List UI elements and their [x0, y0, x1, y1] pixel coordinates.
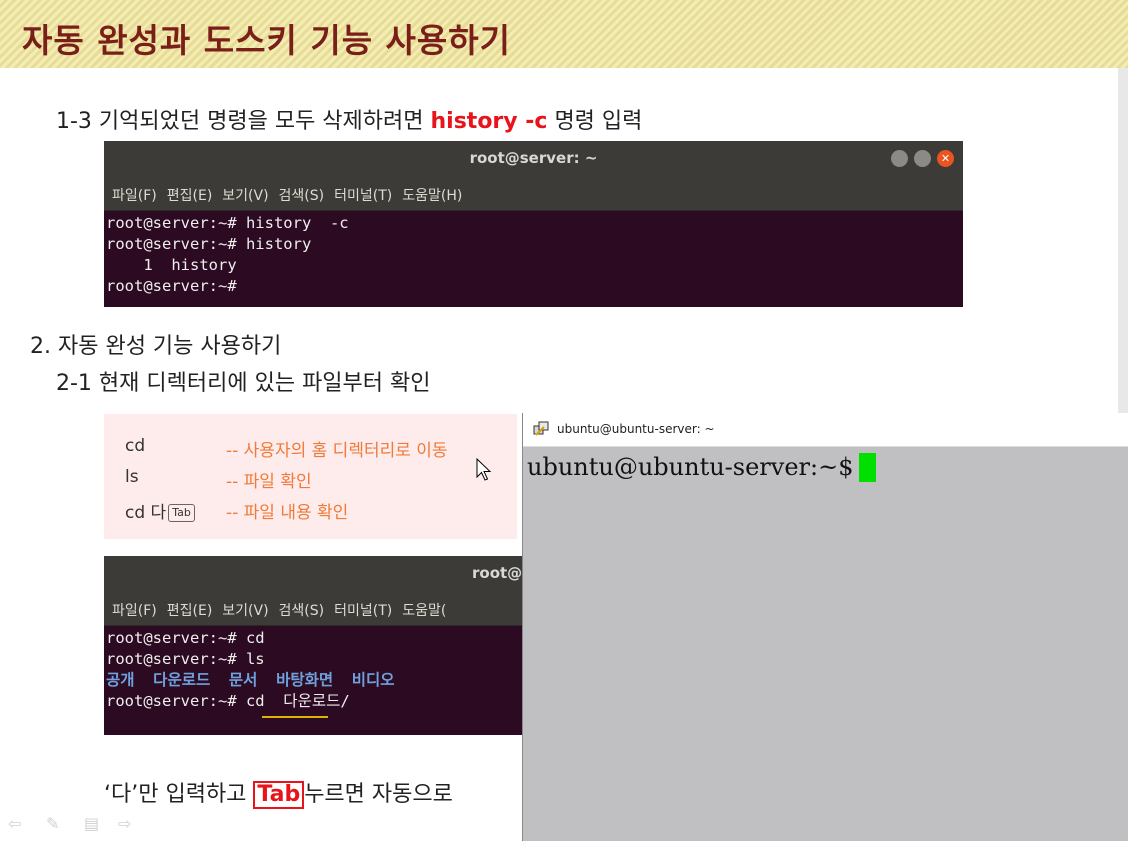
back-arrow-icon[interactable]: ⇦: [8, 814, 21, 833]
putty-prompt-text: ubuntu@ubuntu-server:~$: [527, 453, 854, 481]
section-2-1-heading: 2-1 현재 디렉터리에 있는 파일부터 확인: [56, 371, 431, 396]
terminal-menubar: 파일(F) 편집(E) 보기(V) 검색(S) 터미널(T) 도움말(H): [104, 176, 963, 211]
menu-help[interactable]: 도움말(: [402, 600, 446, 620]
bottom-note-tail: 누르면 자동으로: [304, 782, 453, 807]
menu-view[interactable]: 보기(V): [222, 185, 268, 205]
terminal-line: root@server:~# cd: [106, 629, 265, 647]
bottom-note-lead: ‘다’만 입력하고: [104, 782, 254, 807]
terminal-output[interactable]: root@server:~# cd root@server:~# ls 공개 다운로…: [106, 628, 395, 712]
section-2-heading: 2. 자동 완성 기능 사용하기: [30, 334, 282, 359]
callout-comment: -- 파일 확인: [226, 472, 312, 492]
terminal-window-autocomplete: root@ 파일(F) 편집(E) 보기(V) 검색(S) 터미널(T) 도움말( roo…: [104, 556, 524, 735]
pen-icon[interactable]: ✎: [46, 814, 59, 833]
putty-title: ubuntu@ubuntu-server: ~: [557, 422, 715, 436]
putty-console[interactable]: ubuntu@ubuntu-server:~$: [527, 453, 877, 482]
menu-search[interactable]: 검색(S): [279, 185, 325, 205]
slide-title: 자동 완성과 도스키 기능 사용하기: [22, 21, 511, 60]
callout-cmd: cd: [125, 436, 146, 456]
callout-comment: -- 파일 내용 확인: [226, 503, 349, 523]
putty-terminal-icon: [533, 421, 549, 436]
menu-terminal[interactable]: 터미널(T): [334, 600, 392, 620]
maximize-button[interactable]: [914, 150, 931, 167]
menu-file[interactable]: 파일(F): [112, 600, 157, 620]
command-callout: cd -- 사용자의 홈 디렉터리로 이동 ls -- 파일 확인 cd 다 Ta…: [104, 414, 517, 539]
menu-edit[interactable]: 편집(E): [167, 600, 213, 620]
terminal-line: root@server:~# history: [106, 235, 312, 253]
menu-search[interactable]: 검색(S): [279, 600, 325, 620]
cd-underline: [262, 716, 328, 718]
callout-cmd-row3: cd 다 Tab: [125, 498, 195, 523]
step-1-3-tail: 명령 입력: [547, 109, 643, 134]
ls-output-line: 공개 다운로드 문서 바탕화면 비디오: [106, 671, 395, 689]
terminal-titlebar: root@server: ~ ✕: [104, 141, 963, 176]
terminal-line: root@server:~#: [106, 277, 237, 295]
putty-window[interactable]: ubuntu@ubuntu-server: ~ ubuntu@ubuntu-se…: [522, 413, 1128, 841]
menu-view[interactable]: 보기(V): [222, 600, 268, 620]
step-1-3-lead: 1-3 기억되었던 명령을 모두 삭제하려면: [56, 109, 431, 134]
forward-arrow-icon[interactable]: ⇨: [118, 814, 131, 833]
callout-cmd: ls: [125, 467, 139, 487]
menu-edit[interactable]: 편집(E): [167, 185, 213, 205]
putty-titlebar[interactable]: ubuntu@ubuntu-server: ~: [523, 413, 1128, 447]
menu-terminal[interactable]: 터미널(T): [334, 185, 392, 205]
bottom-note: ‘다’만 입력하고 Tab 누르면 자동으로: [104, 776, 453, 809]
terminal-menubar: 파일(F) 편집(E) 보기(V) 검색(S) 터미널(T) 도움말(: [104, 591, 524, 626]
minimize-button[interactable]: [891, 150, 908, 167]
close-button[interactable]: ✕: [937, 150, 954, 167]
terminal-cursor: [859, 453, 877, 482]
menu-icon[interactable]: ▤: [84, 814, 99, 833]
terminal-window-history: root@server: ~ ✕ 파일(F) 편집(E) 보기(V) 검색(S) 터미널…: [104, 141, 963, 307]
callout-comment: -- 사용자의 홈 디렉터리로 이동: [226, 441, 448, 461]
terminal-output[interactable]: root@server:~# history -c root@server:~# …: [106, 213, 349, 297]
menu-help[interactable]: 도움말(H): [402, 185, 462, 205]
terminal-line: root@server:~# cd 다운로드/: [106, 692, 350, 710]
tab-highlight: Tab: [253, 781, 305, 809]
tab-key-badge: Tab: [168, 504, 195, 522]
menu-file[interactable]: 파일(F): [112, 185, 157, 205]
mouse-pointer-icon: [476, 458, 492, 481]
terminal-line: root@server:~# history -c: [106, 214, 349, 232]
terminal-title: root@: [472, 564, 523, 582]
step-1-3-text: 1-3 기억되었던 명령을 모두 삭제하려면 history -c 명령 입력: [56, 103, 642, 135]
terminal-line: 1 history: [106, 256, 237, 274]
terminal-title: root@server: ~: [469, 149, 598, 167]
callout-cmd: cd 다: [125, 503, 167, 523]
terminal-line: root@server:~# ls: [106, 650, 265, 668]
terminal-titlebar: root@: [104, 556, 524, 591]
history-c-highlight: history -c: [430, 109, 548, 134]
